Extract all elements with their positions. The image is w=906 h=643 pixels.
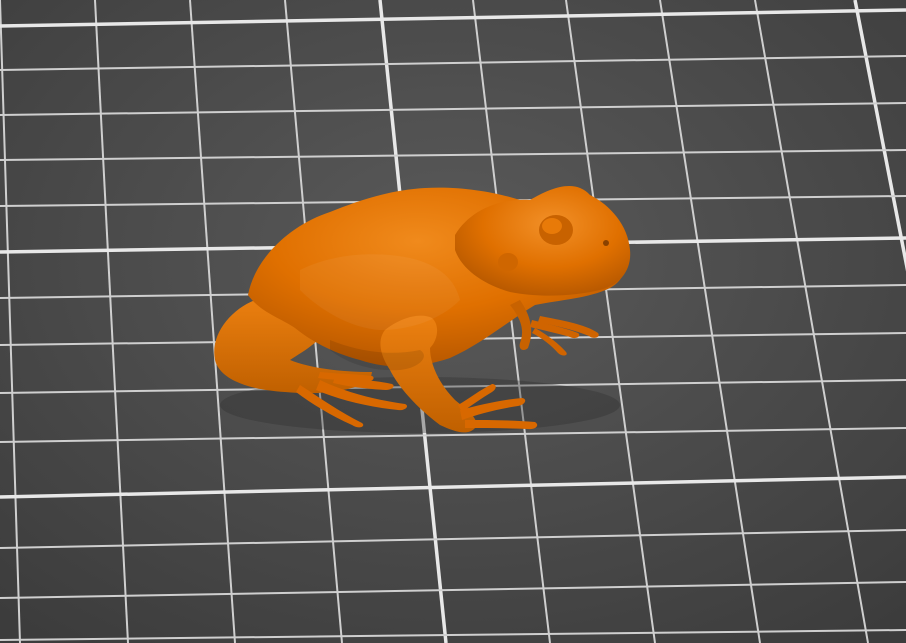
3d-viewport[interactable] — [0, 0, 906, 643]
frog-tympanum — [498, 253, 518, 271]
viewport-canvas[interactable] — [0, 0, 906, 643]
frog-eye-highlight — [542, 218, 562, 234]
frog-near-toe-2 — [465, 420, 538, 430]
frog-nostril — [603, 240, 609, 246]
